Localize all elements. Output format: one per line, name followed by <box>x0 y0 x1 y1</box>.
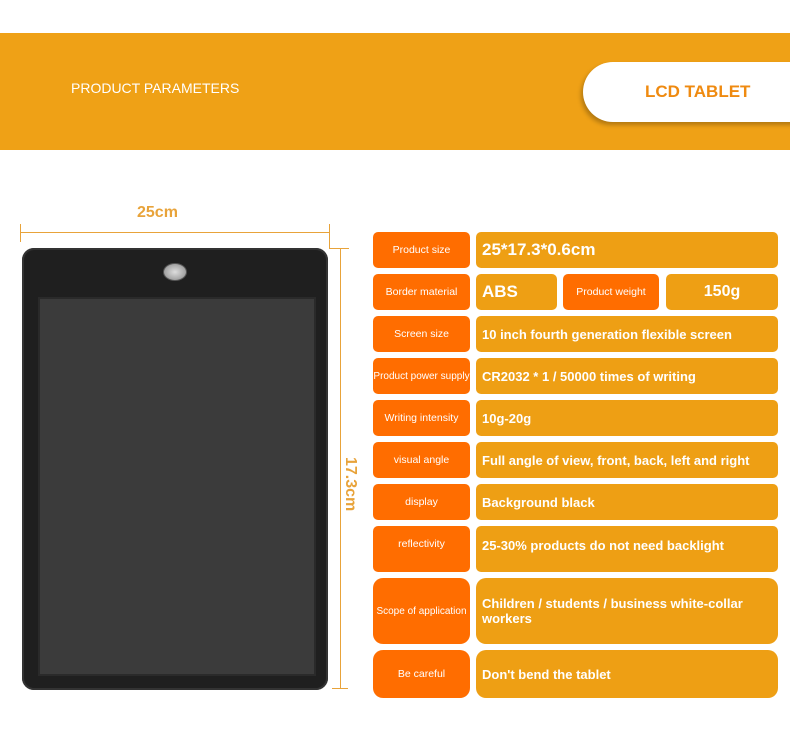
width-dimension-tick <box>20 224 21 242</box>
spec-value: Background black <box>476 484 778 520</box>
width-dimension-tick <box>329 224 330 248</box>
spec-label: Product size <box>373 232 470 268</box>
spec-label: Be careful <box>373 650 470 698</box>
spec-label: Border material <box>373 274 470 310</box>
height-dimension-tick <box>332 688 348 689</box>
lcd-tablet-image <box>22 248 328 690</box>
spec-label: visual angle <box>373 442 470 478</box>
badge-text: LCD TABLET <box>645 82 751 101</box>
erase-button-icon <box>163 263 187 281</box>
spec-value: 25-30% products do not need backlight <box>476 526 778 572</box>
tablet-screen <box>38 297 316 676</box>
spec-value: 10g-20g <box>476 400 778 436</box>
banner-title: PRODUCT PARAMETERS <box>71 80 240 96</box>
height-label: 17.3cm <box>342 457 359 512</box>
spec-value: CR2032 * 1 / 50000 times of writing <box>476 358 778 394</box>
spec-label: Writing intensity <box>373 400 470 436</box>
spec-value: 150g <box>666 274 778 310</box>
spec-value: Full angle of view, front, back, left an… <box>476 442 778 478</box>
spec-value: Don't bend the tablet <box>476 650 778 698</box>
lcd-tablet-badge: LCD TABLET <box>583 62 790 122</box>
spec-label: Screen size <box>373 316 470 352</box>
spec-label: reflectivity <box>373 526 470 572</box>
spec-label: Product power supply <box>373 358 470 394</box>
width-label: 25cm <box>137 204 178 221</box>
spec-label: display <box>373 484 470 520</box>
header-banner: PRODUCT PARAMETERS LCD TABLET <box>0 33 790 150</box>
spec-label: Product weight <box>563 274 659 310</box>
spec-value: 25*17.3*0.6cm <box>476 232 778 268</box>
height-dimension-tick <box>329 248 349 249</box>
spec-value: Children / students / business white-col… <box>476 578 778 644</box>
spec-value: 10 inch fourth generation flexible scree… <box>476 316 778 352</box>
spec-label: Scope of application <box>373 578 470 644</box>
spec-value: ABS <box>476 274 557 310</box>
width-dimension-line <box>20 232 330 233</box>
